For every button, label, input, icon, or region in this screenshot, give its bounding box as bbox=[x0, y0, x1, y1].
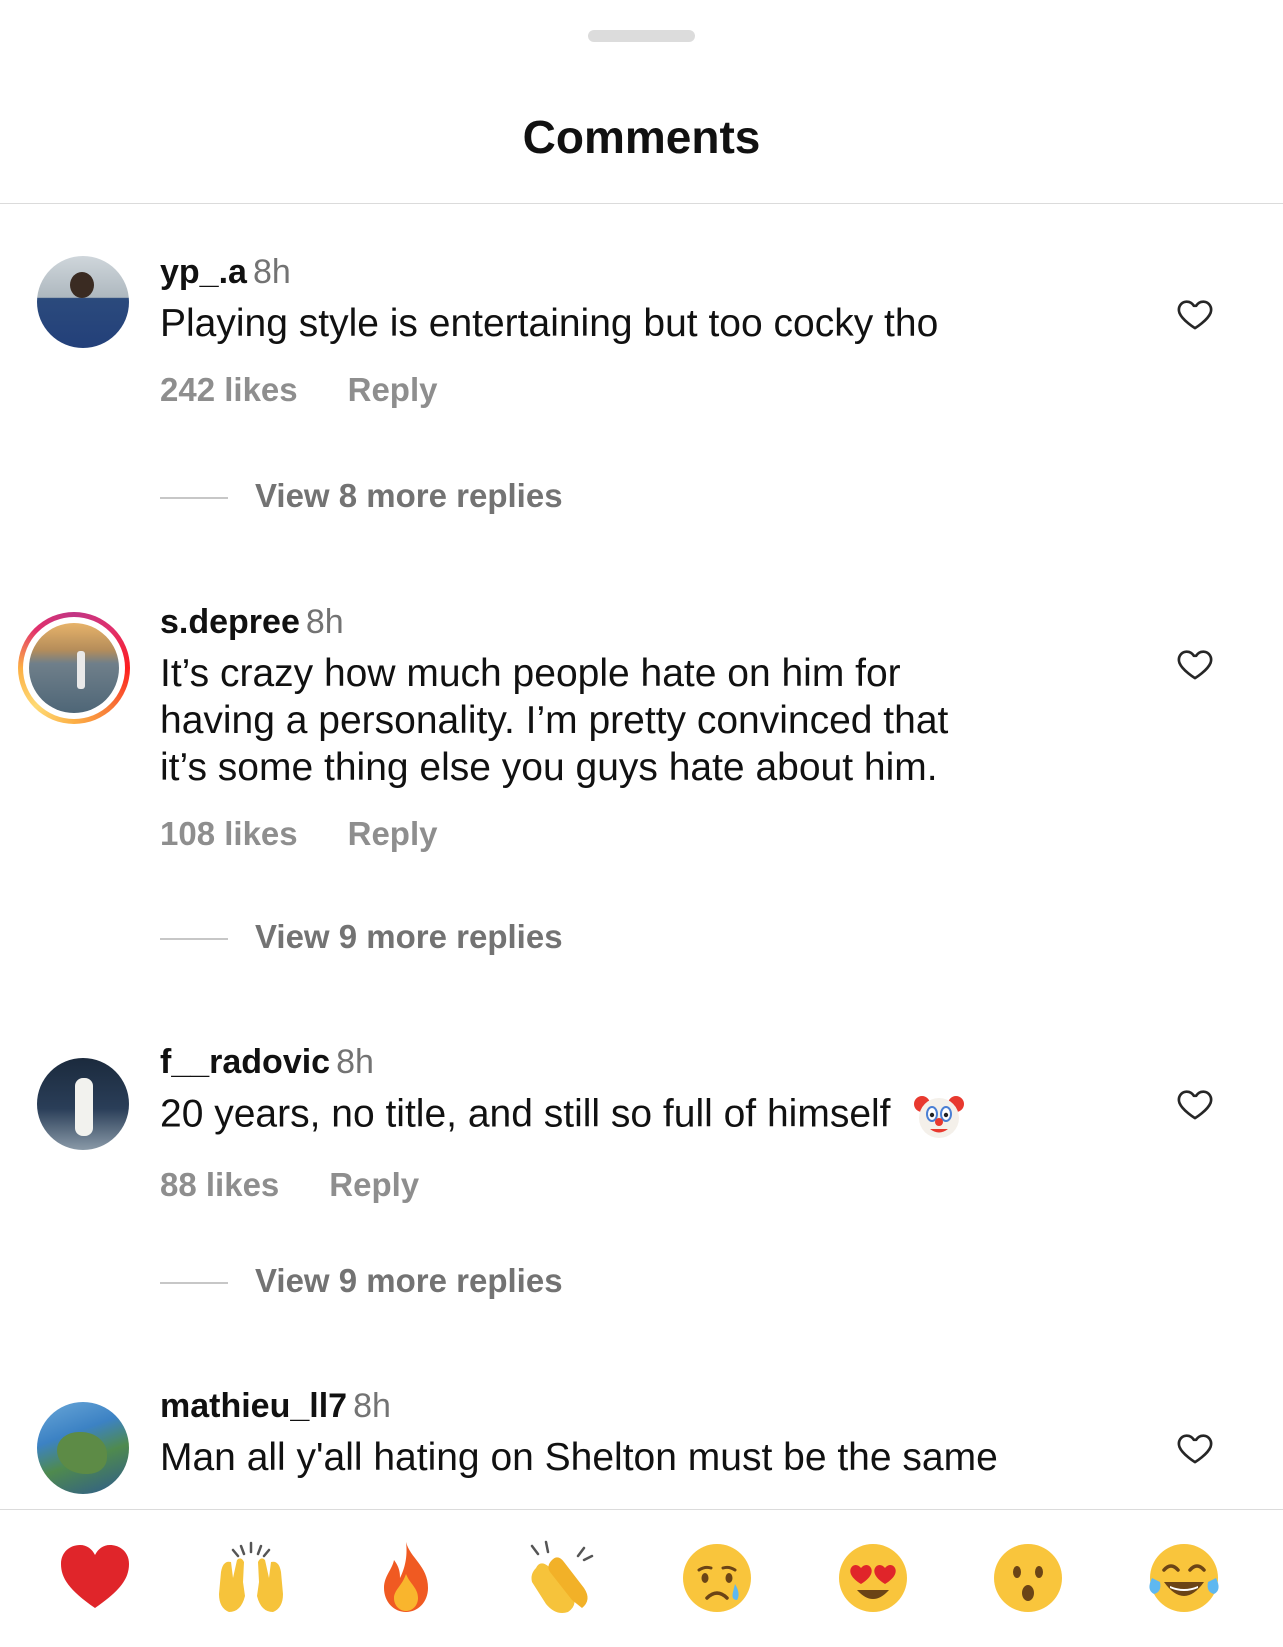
like-count[interactable]: 88 likes bbox=[160, 1166, 279, 1204]
user-photo-icon bbox=[37, 256, 129, 348]
comment-text: 20 years, no title, and still so full of… bbox=[160, 1092, 891, 1136]
reply-button[interactable]: Reply bbox=[348, 815, 438, 853]
replies-divider bbox=[160, 497, 228, 499]
like-heart-icon[interactable] bbox=[1175, 1428, 1215, 1468]
avatar[interactable] bbox=[18, 612, 130, 724]
clapping-hands-icon[interactable] bbox=[522, 1538, 602, 1618]
username[interactable]: yp_.a bbox=[160, 253, 247, 291]
comment-text-line: having a personality. I’m pretty convinc… bbox=[160, 699, 949, 742]
reply-button[interactable]: Reply bbox=[329, 1166, 419, 1204]
clown-face-icon bbox=[913, 1090, 965, 1142]
timestamp: 8h bbox=[336, 1043, 374, 1081]
heart-eyes-face-icon[interactable] bbox=[833, 1538, 913, 1618]
page-title: Comments bbox=[522, 111, 761, 163]
comment-text: Playing style is entertaining but too co… bbox=[160, 302, 939, 345]
comment-text-line: It’s crazy how much people hate on him f… bbox=[160, 652, 901, 695]
view-replies-label[interactable]: View 9 more replies bbox=[255, 1262, 563, 1300]
username[interactable]: s.depree bbox=[160, 603, 300, 641]
comments-sheet: Comments yp_.a 8h Playing style is entert… bbox=[0, 0, 1283, 1647]
red-heart-icon[interactable] bbox=[55, 1538, 135, 1618]
avatar[interactable] bbox=[37, 1402, 129, 1494]
like-count[interactable]: 242 likes bbox=[160, 371, 298, 409]
comment-text-line: it’s some thing else you guys hate about… bbox=[160, 746, 938, 789]
user-photo-icon bbox=[37, 1058, 129, 1150]
timestamp: 8h bbox=[353, 1387, 391, 1425]
view-replies-label[interactable]: View 8 more replies bbox=[255, 477, 563, 515]
raising-hands-icon[interactable] bbox=[211, 1538, 291, 1618]
comments-list[interactable]: yp_.a 8h Playing style is entertaining bu… bbox=[0, 204, 1283, 1509]
like-heart-icon[interactable] bbox=[1175, 294, 1215, 334]
fire-icon[interactable] bbox=[366, 1538, 446, 1618]
crying-face-icon[interactable] bbox=[677, 1538, 757, 1618]
like-heart-icon[interactable] bbox=[1175, 644, 1215, 684]
avatar[interactable] bbox=[37, 256, 129, 348]
comment-body: yp_.a 8h Playing style is entertaining bu… bbox=[160, 252, 1060, 409]
drag-handle[interactable] bbox=[588, 30, 695, 42]
replies-divider bbox=[160, 938, 228, 940]
comment-body: s.depree 8h It’s crazy how much people ha… bbox=[160, 602, 1060, 853]
username[interactable]: mathieu_ll7 bbox=[160, 1387, 347, 1425]
timestamp: 8h bbox=[305, 603, 344, 641]
like-count[interactable]: 108 likes bbox=[160, 815, 298, 853]
comment-body: f__radovic 8h 20 years, no title, and sti… bbox=[160, 1042, 1060, 1204]
timestamp: 8h bbox=[252, 253, 291, 291]
comment-text: It’s crazy how much people hate on him f… bbox=[160, 650, 1060, 791]
user-photo-icon bbox=[37, 1402, 129, 1494]
tears-of-joy-face-icon[interactable] bbox=[1144, 1538, 1224, 1618]
user-photo-icon bbox=[29, 623, 119, 713]
username[interactable]: f__radovic bbox=[160, 1043, 330, 1081]
reply-button[interactable]: Reply bbox=[348, 371, 438, 409]
like-heart-icon[interactable] bbox=[1175, 1084, 1215, 1124]
comment-text: Man all y'all hating on Shelton must be … bbox=[160, 1436, 998, 1479]
avatar[interactable] bbox=[37, 1058, 129, 1150]
emoji-reaction-bar bbox=[0, 1509, 1283, 1647]
comment-body: mathieu_ll7 8h Man all y'all hating on Sh… bbox=[160, 1386, 1060, 1481]
replies-divider bbox=[160, 1282, 228, 1284]
surprised-face-icon[interactable] bbox=[988, 1538, 1068, 1618]
view-replies-label[interactable]: View 9 more replies bbox=[255, 918, 563, 956]
